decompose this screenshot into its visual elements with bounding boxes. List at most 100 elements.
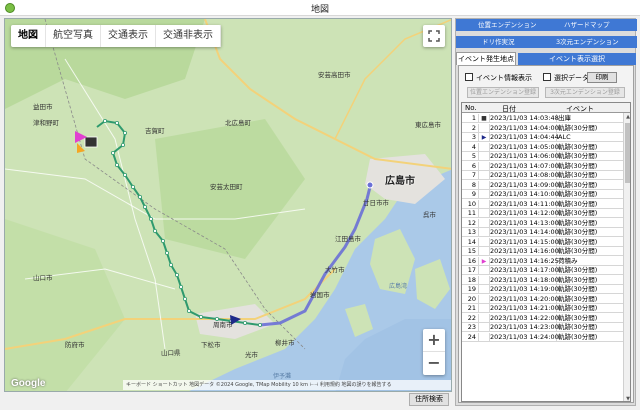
event-info-checkbox[interactable] — [465, 73, 473, 81]
scroll-thumb[interactable] — [625, 123, 630, 183]
map-label-hikari: 光市 — [245, 351, 258, 359]
scroll-down-icon[interactable]: ▼ — [624, 395, 630, 401]
column-divider — [478, 275, 479, 285]
table-row[interactable]: 13 2023/11/03 14:14:00 軌跡(30分間) — [462, 228, 623, 237]
table-row[interactable]: 18 2023/11/03 14:18:00 軌跡(30分間) — [462, 275, 623, 285]
row-date: 2023/11/03 14:20:00 — [490, 294, 559, 303]
tab-drive-status[interactable]: ドリ作実況 — [482, 36, 515, 48]
window-title: 地図 — [310, 5, 329, 15]
table-row[interactable]: 7 2023/11/03 14:08:00 軌跡(30分間) — [462, 171, 623, 180]
row-event: 軌跡(30分間) — [558, 237, 598, 246]
row-date: 2023/11/03 14:15:00 — [490, 237, 559, 246]
select-data-checkbox[interactable] — [543, 73, 551, 81]
table-row[interactable]: 15 2023/11/03 14:16:00 軌跡(30分間) — [462, 247, 623, 256]
tab-row-2: ドリ作実況 3次元エンデンション — [456, 36, 637, 48]
row-number: 15 — [467, 247, 476, 255]
tab-location-extension[interactable]: 位置エンデンション — [478, 19, 537, 31]
row-number: 21 — [467, 304, 476, 312]
row-event: 軌跡(30分間) — [558, 161, 598, 170]
map-type-map-button[interactable]: 地図 — [11, 25, 46, 47]
map-label-hiroshima-bay: 広島湾 — [389, 283, 408, 290]
table-row[interactable]: 4 2023/11/03 14:05:00 軌跡(30分間) — [462, 142, 623, 152]
map-view[interactable]: 広島市 廿日市市 北広島町 安芸高田市 東広島市 岩国市 周南市 山口市 呉市 … — [4, 18, 452, 392]
table-row[interactable]: 16 ▶ 2023/11/03 14:16:25 荷積み — [462, 256, 623, 266]
header-no[interactable]: No. — [465, 104, 477, 112]
column-divider — [478, 133, 479, 142]
column-divider — [478, 304, 479, 313]
end-marker-icon[interactable] — [366, 181, 374, 189]
row-date: 2023/11/03 14:22:00 — [490, 313, 559, 322]
map-type-control: 地図 航空写真 交通表示 交通非表示 — [11, 25, 221, 47]
tab-event-display-select[interactable]: イベント表示選択 — [518, 53, 636, 65]
map-label-shunan: 周南市 — [213, 321, 233, 329]
table-row[interactable]: 3 ▶ 2023/11/03 14:04:44 ALC — [462, 133, 623, 142]
fullscreen-icon — [428, 30, 440, 42]
header-date[interactable]: 日付 — [502, 104, 516, 114]
print-button[interactable]: 印刷 — [587, 72, 617, 83]
table-row[interactable]: 20 2023/11/03 14:20:00 軌跡(30分間) — [462, 294, 623, 304]
header-event[interactable]: イベント — [566, 104, 594, 114]
row-date: 2023/11/03 14:03:48 — [490, 114, 559, 122]
map-label-iyonada: 伊予灘 — [273, 373, 292, 380]
row-event: 軌跡(30分間) — [558, 313, 598, 322]
table-row[interactable]: 17 2023/11/03 14:17:00 軌跡(30分間) — [462, 266, 623, 275]
register-3d-extension-button[interactable]: 3次元エンデンション登録 — [545, 87, 625, 98]
column-divider — [478, 161, 479, 171]
row-event: 軌跡(30分間) — [558, 228, 598, 236]
table-row[interactable]: 9 2023/11/03 14:10:00 軌跡(30分間) — [462, 190, 623, 199]
table-scrollbar[interactable]: ▲ ▼ — [623, 113, 630, 401]
row-event: 軌跡(30分間) — [558, 247, 598, 255]
map-label-yoshika: 吉賀町 — [145, 127, 165, 135]
column-divider — [478, 256, 479, 266]
table-row[interactable]: 22 2023/11/03 14:22:00 軌跡(30分間) — [462, 313, 623, 323]
event-panel: 位置エンデンション ハザードマップ ドリ作実況 3次元エンデンション イベント発… — [455, 18, 637, 406]
row-number: 1 — [471, 114, 476, 122]
scroll-up-icon[interactable]: ▲ — [624, 113, 630, 121]
row-event: 軌跡(30分間) — [558, 152, 598, 160]
table-row[interactable]: 1 ■ 2023/11/03 14:03:48 出庫 — [462, 114, 623, 123]
row-date: 2023/11/03 14:21:00 — [490, 304, 559, 312]
row-date: 2023/11/03 14:19:00 — [490, 285, 559, 293]
zoom-in-button[interactable]: + — [423, 329, 445, 352]
register-location-extension-button[interactable]: 位置エンデンション登録 — [467, 87, 539, 98]
status-strip — [0, 398, 452, 410]
traffic-hide-button[interactable]: 交通非表示 — [156, 25, 221, 47]
table-row[interactable]: 8 2023/11/03 14:09:00 軌跡(30分間) — [462, 180, 623, 190]
map-type-satellite-button[interactable]: 航空写真 — [46, 25, 101, 47]
row-number: 24 — [467, 332, 476, 341]
row-date: 2023/11/03 14:14:00 — [490, 228, 559, 236]
event-table: No. 日付 イベント 1 ■ 2023/11/03 14:03:48 出庫 2 2023… — [461, 102, 631, 402]
traffic-show-button[interactable]: 交通表示 — [101, 25, 156, 47]
column-divider — [478, 218, 479, 228]
row-event: 軌跡(30分間) — [558, 199, 598, 208]
column-divider — [478, 332, 479, 342]
table-row[interactable]: 23 2023/11/03 14:23:00 軌跡(30分間) — [462, 323, 623, 332]
zoom-out-button[interactable]: − — [423, 352, 445, 375]
row-event: ALC — [558, 133, 571, 141]
row-event: 軌跡(30分間) — [558, 304, 598, 312]
table-row[interactable]: 12 2023/11/03 14:13:00 軌跡(30分間) — [462, 218, 623, 228]
column-divider — [478, 266, 479, 275]
fullscreen-button[interactable] — [423, 25, 445, 47]
table-row[interactable]: 11 2023/11/03 14:12:00 軌跡(30分間) — [462, 209, 623, 218]
table-row[interactable]: 21 2023/11/03 14:21:00 軌跡(30分間) — [462, 304, 623, 313]
table-row[interactable]: 14 2023/11/03 14:15:00 軌跡(30分間) — [462, 237, 623, 247]
table-row[interactable]: 19 2023/11/03 14:19:00 軌跡(30分間) — [462, 285, 623, 294]
address-search-button[interactable]: 住所検索 — [409, 393, 449, 406]
tab-3d-extension[interactable]: 3次元エンデンション — [556, 36, 619, 48]
row-number: 11 — [467, 209, 476, 217]
tab-event-locations[interactable]: イベント発生地点 — [456, 52, 516, 65]
table-row[interactable]: 2 2023/11/03 14:04:00 軌跡(30分間) — [462, 123, 623, 133]
row-date: 2023/11/03 14:11:00 — [490, 199, 559, 208]
map-label-tsuwano: 津和野町 — [33, 119, 59, 127]
table-row[interactable]: 10 2023/11/03 14:11:00 軌跡(30分間) — [462, 199, 623, 209]
table-row[interactable]: 24 2023/11/03 14:24:00 軌跡(30分間) — [462, 332, 623, 342]
row-number: 17 — [467, 266, 476, 274]
row-event: 軌跡(30分間) — [558, 332, 598, 341]
table-header: No. 日付 イベント — [462, 103, 630, 114]
row-event: 軌跡(30分間) — [558, 275, 598, 284]
row-marker-icon: ▶ — [481, 257, 487, 265]
table-row[interactable]: 6 2023/11/03 14:07:00 軌跡(30分間) — [462, 161, 623, 171]
table-row[interactable]: 5 2023/11/03 14:06:00 軌跡(30分間) — [462, 152, 623, 161]
tab-hazard-map[interactable]: ハザードマップ — [564, 19, 610, 31]
